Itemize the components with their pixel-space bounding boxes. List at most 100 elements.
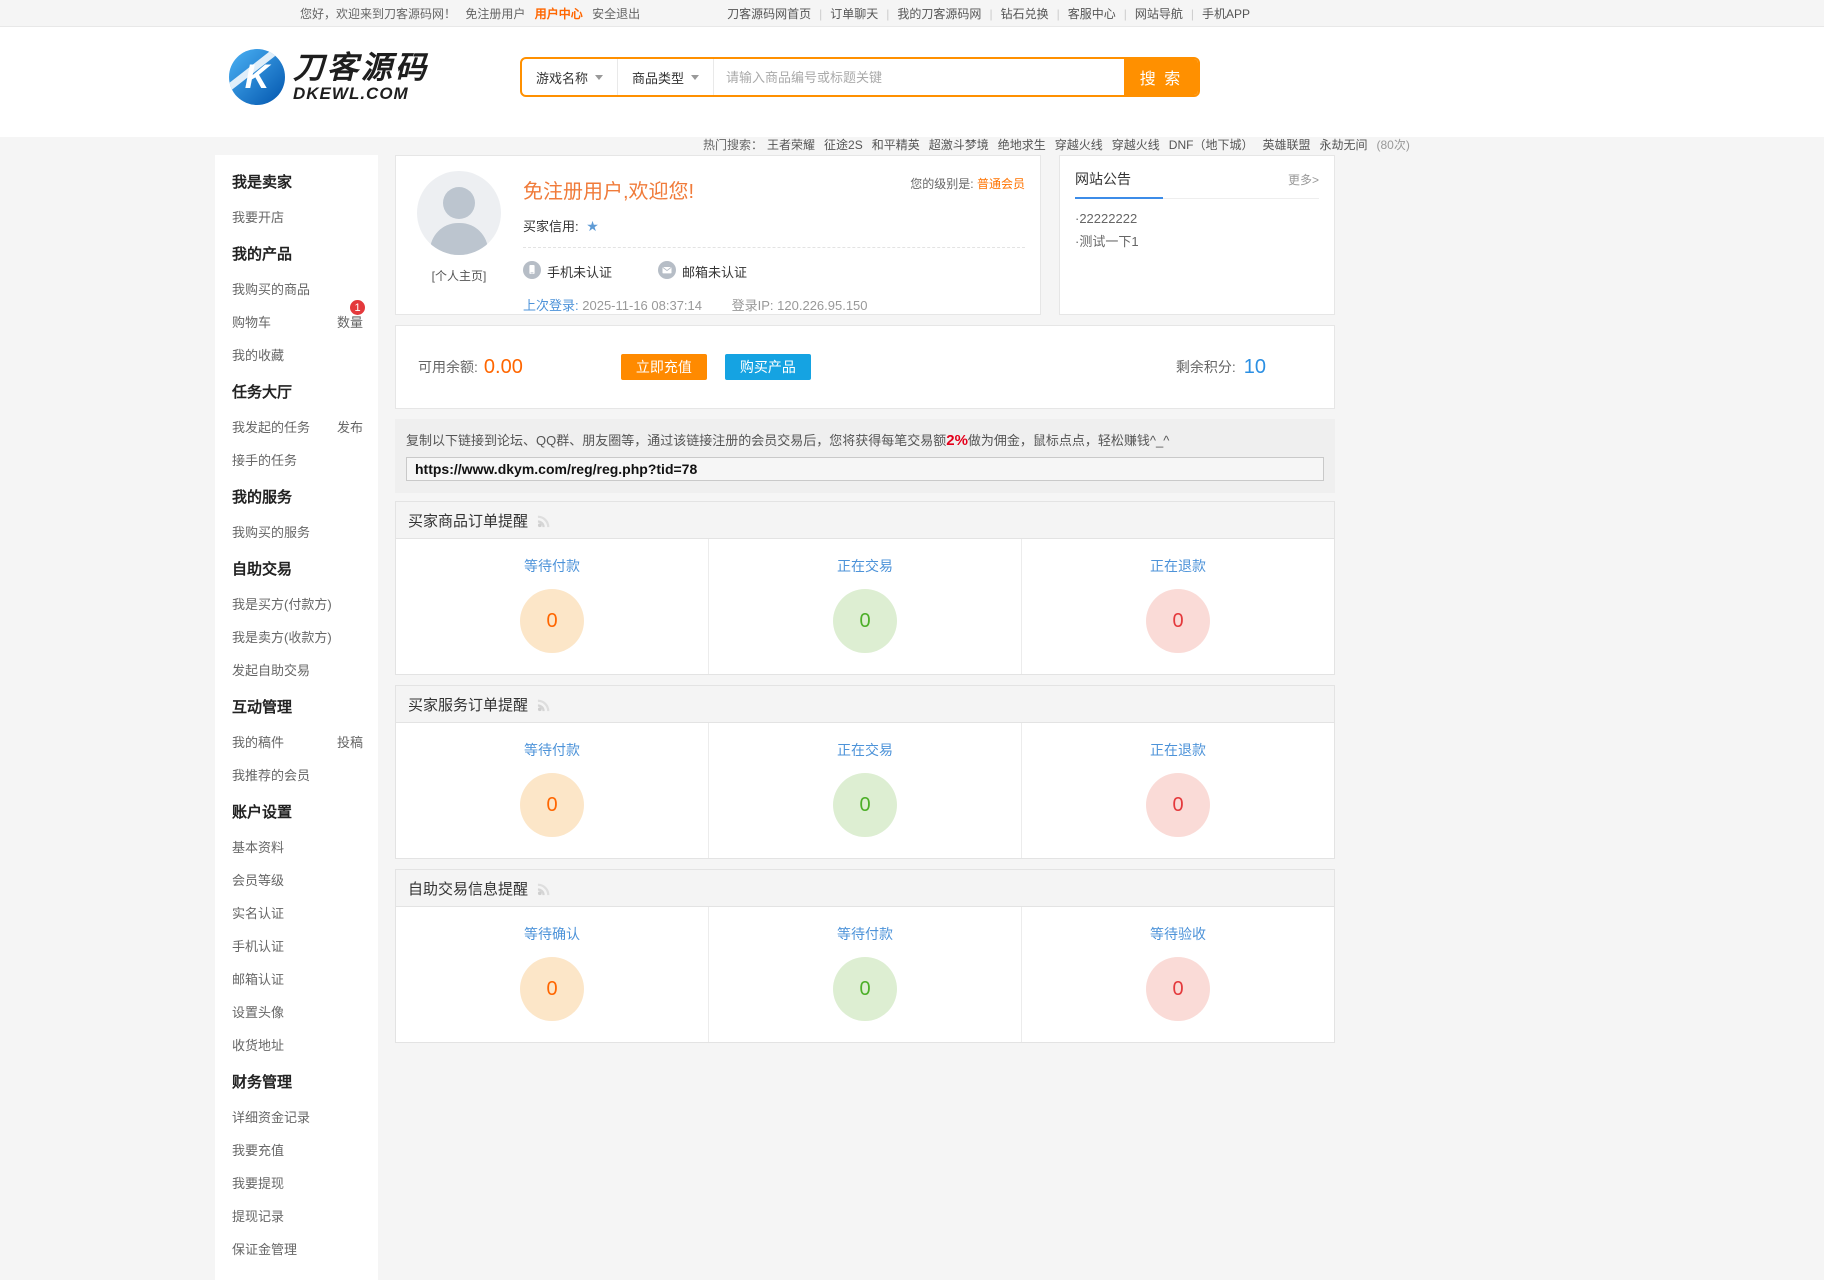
hot-keyword[interactable]: 和平精英 — [872, 138, 920, 152]
status-label[interactable]: 正在交易 — [837, 740, 893, 760]
hot-keyword[interactable]: 穿越火线 — [1055, 138, 1103, 152]
sidebar-item[interactable]: 邮箱认证 — [215, 962, 378, 995]
chevron-down-icon — [691, 75, 699, 80]
topbar-link[interactable]: 我的刀客源码网 — [897, 5, 981, 22]
panel-body: 等待确认0等待付款0等待验收0 — [396, 907, 1334, 1042]
topbar-left: 您好，欢迎来到刀客源码网！ 免注册用户 用户中心 安全退出 — [300, 5, 646, 22]
sidebar-item[interactable]: 基本资料 — [215, 830, 378, 863]
personal-homepage-link[interactable]: [个人主页] — [432, 267, 487, 284]
status-count: 0 — [859, 610, 870, 633]
phone-verify-status[interactable]: 手机未认证 — [523, 261, 612, 282]
sidebar-item-extra[interactable]: 发布 — [337, 417, 363, 436]
hot-keyword[interactable]: 英雄联盟 — [1262, 138, 1310, 152]
email-verify-status[interactable]: 邮箱未认证 — [658, 261, 747, 282]
status-label[interactable]: 等待付款 — [524, 556, 580, 576]
hot-keyword[interactable]: 王者荣耀 — [767, 138, 815, 152]
status-label[interactable]: 等待验收 — [1150, 924, 1206, 944]
status-label[interactable]: 等待确认 — [524, 924, 580, 944]
sidebar-item[interactable]: 我的稿件投稿 — [215, 725, 378, 758]
order-status-column: 正在交易 0 — [708, 723, 1021, 858]
rss-icon — [536, 697, 553, 712]
sidebar-section-title: 我的服务 — [215, 476, 378, 515]
sidebar-item[interactable]: 设置头像 — [215, 995, 378, 1028]
status-label[interactable]: 正在交易 — [837, 556, 893, 576]
hot-keyword[interactable]: 征途2S — [824, 138, 863, 152]
topbar-link[interactable]: 手机APP — [1202, 5, 1250, 22]
sidebar-item[interactable]: 我是买方(付款方) — [215, 587, 378, 620]
sidebar-item[interactable]: 我购买的服务 — [215, 515, 378, 548]
panels: 买家商品订单提醒等待付款0正在交易0正在退款0买家服务订单提醒等待付款0正在交易… — [395, 501, 1335, 1043]
sidebar-item[interactable]: 我发起的任务发布 — [215, 410, 378, 443]
hot-keyword[interactable]: 超激斗梦境 — [929, 138, 989, 152]
member-level-value[interactable]: 普通会员 — [977, 177, 1025, 191]
sidebar-item[interactable]: 接手的任务 — [215, 443, 378, 476]
sidebar-item[interactable]: 保证金管理 — [215, 1232, 378, 1265]
sidebar-item[interactable]: 我要提现 — [215, 1166, 378, 1199]
sidebar-item[interactable]: 收货地址 — [215, 1028, 378, 1061]
topbar-link[interactable]: 刀客源码网首页 — [727, 5, 811, 22]
order-status-column: 等待付款0 — [396, 723, 708, 858]
notice-item[interactable]: ·测试一下1 — [1075, 230, 1319, 253]
status-count: 0 — [859, 794, 870, 817]
sidebar-item[interactable]: 我推荐的会员 — [215, 758, 378, 791]
hot-keyword[interactable]: 永劫无间 — [1319, 138, 1367, 152]
status-count: 0 — [1172, 794, 1183, 817]
sidebar-item-label: 保证金管理 — [232, 1239, 297, 1258]
status-label[interactable]: 正在退款 — [1150, 556, 1206, 576]
separator: | — [989, 7, 992, 21]
sidebar-item[interactable]: 发起自助交易 — [215, 653, 378, 686]
sidebar-item[interactable]: 会员等级 — [215, 863, 378, 896]
status-label[interactable]: 等待付款 — [837, 924, 893, 944]
last-login-time: 2025-11-16 08:37:14 — [582, 298, 702, 313]
notice-item[interactable]: ·22222222 — [1075, 207, 1319, 230]
topbar-link[interactable]: 钻石兑换 — [1001, 5, 1049, 22]
sidebar-item[interactable]: 我要开店 — [215, 200, 378, 233]
sidebar-section-title: 我的产品 — [215, 233, 378, 272]
user-center-link[interactable]: 用户中心 — [535, 7, 583, 21]
referral-url-field[interactable]: https://www.dkym.com/reg/reg.php?tid=78 — [406, 457, 1324, 481]
order-panel: 自助交易信息提醒等待确认0等待付款0等待验收0 — [395, 869, 1335, 1043]
sidebar-item-label: 我购买的服务 — [232, 522, 310, 541]
topbar-link[interactable]: 网站导航 — [1135, 5, 1183, 22]
hot-keyword[interactable]: DNF（地下城） — [1169, 138, 1254, 152]
sidebar-item[interactable]: 详细资金记录 — [215, 1100, 378, 1133]
buy-product-button[interactable]: 购买产品 — [725, 354, 811, 380]
topbar-link[interactable]: 客服中心 — [1068, 5, 1116, 22]
search-input[interactable] — [714, 59, 1124, 95]
sidebar-item-extra[interactable]: 投稿 — [337, 732, 363, 751]
sidebar-section-title: 自助交易 — [215, 548, 378, 587]
panel-header: 自助交易信息提醒 — [396, 870, 1334, 907]
status-label[interactable]: 正在退款 — [1150, 740, 1206, 760]
welcome-message: 免注册用户,欢迎您! — [523, 175, 694, 204]
order-status-column: 正在交易 0 — [708, 539, 1021, 674]
sidebar-item[interactable]: 我是卖方(收款方) — [215, 620, 378, 653]
notice-more-link[interactable]: 更多> — [1288, 171, 1319, 188]
search-button[interactable]: 搜 索 — [1124, 59, 1198, 95]
separator: | — [1124, 7, 1127, 21]
sidebar-item[interactable]: 手机认证 — [215, 929, 378, 962]
site-logo[interactable]: K 刀客源码 DKEWL.COM — [229, 49, 429, 105]
logout-link[interactable]: 安全退出 — [592, 7, 640, 21]
separator: | — [886, 7, 889, 21]
rss-icon — [536, 513, 553, 528]
product-type-select[interactable]: 商品类型 — [618, 59, 714, 95]
status-count: 0 — [1172, 610, 1183, 633]
sidebar-item[interactable]: 购物车数量1 — [215, 305, 378, 338]
topbar-link[interactable]: 订单聊天 — [830, 5, 878, 22]
sidebar-item[interactable]: 我的收藏 — [215, 338, 378, 371]
site-header: K 刀客源码 DKEWL.COM 游戏名称 商品类型 搜 索 — [0, 27, 1824, 137]
sidebar-item[interactable]: 我要充值 — [215, 1133, 378, 1166]
status-label[interactable]: 等待付款 — [524, 740, 580, 760]
sidebar-item-label: 接手的任务 — [232, 450, 297, 469]
sidebar-item-extra[interactable]: 数量1 — [337, 312, 363, 331]
order-status-column: 等待付款0 — [708, 907, 1021, 1042]
sidebar-item[interactable]: 提现记录 — [215, 1199, 378, 1232]
hot-keyword[interactable]: 绝地求生 — [998, 138, 1046, 152]
recharge-button[interactable]: 立即充值 — [621, 354, 707, 380]
hot-keyword[interactable]: 穿越火线 — [1112, 138, 1160, 152]
sidebar-item-label: 我的收藏 — [232, 345, 284, 364]
notification-badge: 1 — [350, 300, 365, 315]
site-notice-panel: 网站公告 更多> ·22222222·测试一下1 — [1059, 155, 1335, 315]
game-name-select[interactable]: 游戏名称 — [522, 59, 618, 95]
sidebar-item[interactable]: 实名认证 — [215, 896, 378, 929]
